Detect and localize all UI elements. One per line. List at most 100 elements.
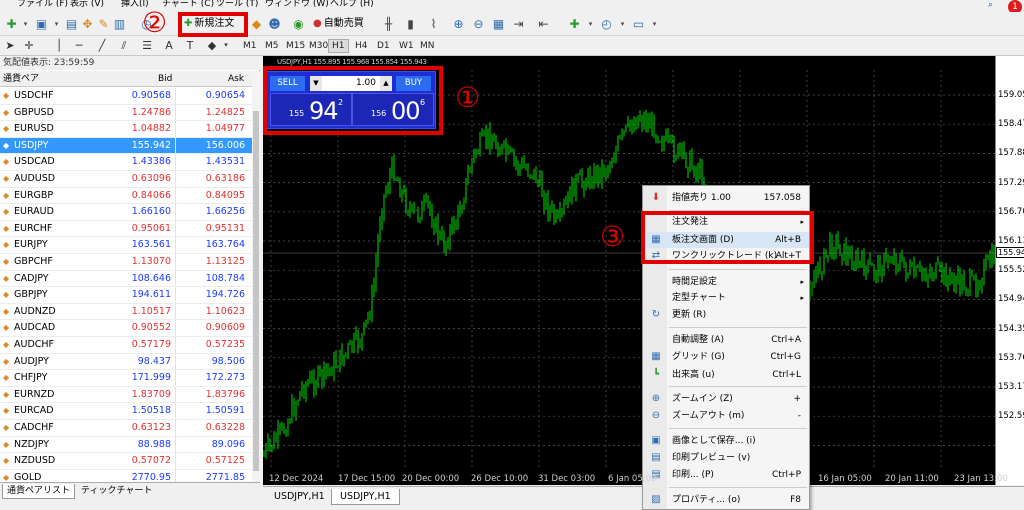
menu-item[interactable]: 定型チャート ▸	[643, 290, 809, 306]
symbol-row[interactable]: ◆ GBPCHF 1.13070 1.13125	[0, 254, 252, 271]
menu-item[interactable]: ⊕ ズームイン (Z) +	[643, 391, 809, 407]
symbol-row[interactable]: ◆ EURAUD 1.66160 1.66256	[0, 204, 252, 221]
metaeditor-icon[interactable]: ◆	[248, 16, 265, 32]
menu-item[interactable]: ▨ プロパティ... (o) F8	[643, 492, 809, 508]
col-ask[interactable]: Ask	[228, 71, 244, 87]
symbol-row[interactable]: ◆ AUDCHF 0.57179 0.57235	[0, 337, 252, 354]
globe-icon[interactable]: ◉	[290, 16, 307, 32]
ask-price: 89.096	[211, 438, 245, 450]
symbol-row[interactable]: ◆ EURUSD 1.04882 1.04977	[0, 121, 252, 138]
tf-w1[interactable]: W1	[396, 39, 417, 53]
symbol-row[interactable]: ◆ EURGBP 0.84066 0.84095	[0, 187, 252, 205]
auto-trade-button[interactable]: ● 自動売買	[313, 15, 375, 33]
menu-file[interactable]: ファイル (F)	[17, 0, 68, 10]
shapes-icon[interactable]: ◆	[205, 38, 219, 53]
symbol-row[interactable]: ◆ EURNZD 1.83709 1.83796	[0, 386, 252, 404]
menu-chart[interactable]: チャート (C)	[162, 0, 214, 10]
dropdown-icon[interactable]: ▾	[614, 16, 631, 32]
zoom-out-icon[interactable]: ⊖	[470, 16, 487, 32]
symbol-row[interactable]: ◆ EURCAD 1.50518 1.50591	[0, 403, 252, 420]
tab-tick-chart[interactable]: ティックチャート	[77, 484, 156, 499]
dropdown-icon[interactable]: ▾	[17, 16, 34, 32]
tf-m15[interactable]: M15	[283, 39, 308, 53]
candlestick-icon[interactable]: ▮	[402, 16, 419, 32]
fibonacci-icon[interactable]: ☰	[140, 38, 154, 53]
chart-info: USDJPY,H1 155.895 155.968 155.854 155.94…	[277, 58, 427, 66]
line-chart-icon[interactable]: ⌇	[425, 16, 442, 32]
label-icon[interactable]: T	[183, 38, 197, 53]
symbol-row[interactable]: ◆ USDCHF 0.90568 0.90654	[0, 88, 252, 105]
symbol-row[interactable]: ◆ CHFJPY 171.999 172.273	[0, 370, 252, 387]
tf-h1[interactable]: H1	[328, 39, 349, 53]
symbol-row[interactable]: ◆ USDCAD 1.43386 1.43531	[0, 154, 252, 171]
bar-chart-icon[interactable]: ╫	[380, 16, 397, 32]
menu-item[interactable]: ↻ 更新 (R)	[643, 307, 809, 323]
menu-item[interactable]: ┗ 出来高 (u) Ctrl+L	[643, 367, 809, 383]
symbol-row[interactable]: ◆ GBPJPY 194.611 194.726	[0, 287, 252, 304]
market-watch-scrollbar[interactable]	[252, 71, 260, 482]
data-window-icon[interactable]: ✥	[79, 16, 96, 32]
chart-tab[interactable]: USDJPY,H1	[266, 489, 333, 505]
navigator-icon[interactable]: ✎	[95, 16, 112, 32]
symbol-row[interactable]: ◆ USDJPY 155.942 156.006	[0, 137, 252, 155]
menu-item[interactable]: ⬇ 指値売り 1.00 157.058	[643, 190, 809, 206]
market-watch-icon[interactable]: ▤	[63, 16, 80, 32]
menu-item[interactable]: ▤ 印刷プレビュー (v)	[643, 450, 809, 466]
symbol-row[interactable]: ◆ NZDJPY 88.988 89.096	[0, 436, 252, 454]
tf-d1[interactable]: D1	[374, 39, 393, 53]
dropdown-icon[interactable]: ▾	[646, 16, 663, 32]
menu-item[interactable]: 自動調整 (A) Ctrl+A	[643, 332, 809, 348]
menu-item-shortcut: Ctrl+L	[772, 370, 801, 380]
tf-m1[interactable]: M1	[240, 39, 260, 53]
chart-tab-active[interactable]: USDJPY,H1	[331, 489, 400, 505]
menu-item[interactable]: ▣ 画像として保存... (i)	[643, 433, 809, 449]
symbol-row[interactable]: ◆ AUDJPY 98.437 98.506	[0, 353, 252, 371]
tf-mn[interactable]: MN	[417, 39, 438, 53]
tile-windows-icon[interactable]: ▦	[490, 16, 507, 32]
symbol-row[interactable]: ◆ EURCHF 0.95061 0.95131	[0, 220, 252, 238]
periods-icon[interactable]: ◴	[598, 16, 615, 32]
text-icon[interactable]: A	[162, 38, 176, 53]
menu-window[interactable]: ウィンドウ (W)	[265, 0, 329, 10]
menu-item[interactable]: ▤ 印刷... (P) Ctrl+P	[643, 467, 809, 483]
community-icon[interactable]: ☻	[266, 16, 283, 32]
trendline-icon[interactable]: ╱	[95, 38, 109, 53]
menu-view[interactable]: 表示 (V)	[70, 0, 104, 10]
zoom-in-icon[interactable]: ⊕	[450, 16, 467, 32]
horizontal-line-icon[interactable]: ─	[72, 38, 86, 53]
tf-h4[interactable]: H4	[352, 39, 371, 53]
menu-tools[interactable]: ツール (T)	[216, 0, 258, 10]
symbol-arrow-icon: ◆	[3, 257, 10, 266]
dropdown-icon[interactable]: ▾	[582, 16, 599, 32]
menu-item[interactable]: 時間足設定 ▸	[643, 274, 809, 290]
highlight-box-new-order	[178, 12, 248, 37]
autoscroll-icon[interactable]: ⇥	[510, 16, 527, 32]
cursor-icon[interactable]: ➤	[3, 38, 17, 53]
symbol-row[interactable]: ◆ NZDUSD 0.57072 0.57125	[0, 453, 252, 470]
menu-item[interactable]: ▦ グリッド (G) Ctrl+G	[643, 349, 809, 365]
symbol-row[interactable]: ◆ EURJPY 163.561 163.764	[0, 237, 252, 254]
symbol-row[interactable]: ◆ CADCHF 0.63123 0.63228	[0, 420, 252, 437]
symbol-row[interactable]: ◆ AUDNZD 1.10517 1.10623	[0, 303, 252, 321]
terminal-icon[interactable]: ▥	[111, 16, 128, 32]
symbol-row[interactable]: ◆ GBPUSD 1.24786 1.24825	[0, 104, 252, 122]
refresh-icon: ↻	[651, 309, 661, 320]
indicators-icon[interactable]: ✚	[566, 16, 583, 32]
vertical-line-icon[interactable]: │	[52, 38, 66, 53]
templates-icon[interactable]: ▭	[630, 16, 647, 32]
menu-item[interactable]: ⊖ ズームアウト (m) -	[643, 408, 809, 424]
col-bid[interactable]: Bid	[158, 71, 172, 87]
dropdown-icon[interactable]: ▾	[219, 38, 233, 53]
scrollbar-thumb[interactable]	[253, 111, 259, 471]
search-icon[interactable]: ⌕	[988, 0, 993, 10]
col-symbol[interactable]: 通貨ペア	[3, 71, 39, 87]
symbol-row[interactable]: ◆ CADJPY 108.646 108.784	[0, 270, 252, 288]
chart-shift-icon[interactable]: ⇤	[535, 16, 552, 32]
menu-help[interactable]: ヘルプ (H)	[330, 0, 374, 10]
channel-icon[interactable]: ⫽	[117, 38, 131, 53]
crosshair-icon[interactable]: ✛	[22, 38, 36, 53]
symbol-row[interactable]: ◆ AUDCAD 0.90552 0.90609	[0, 320, 252, 337]
tab-symbol-list[interactable]: 通貨ペアリスト	[2, 484, 76, 499]
symbol-row[interactable]: ◆ AUDUSD 0.63096 0.63186	[0, 171, 252, 188]
tf-m5[interactable]: M5	[262, 39, 282, 53]
